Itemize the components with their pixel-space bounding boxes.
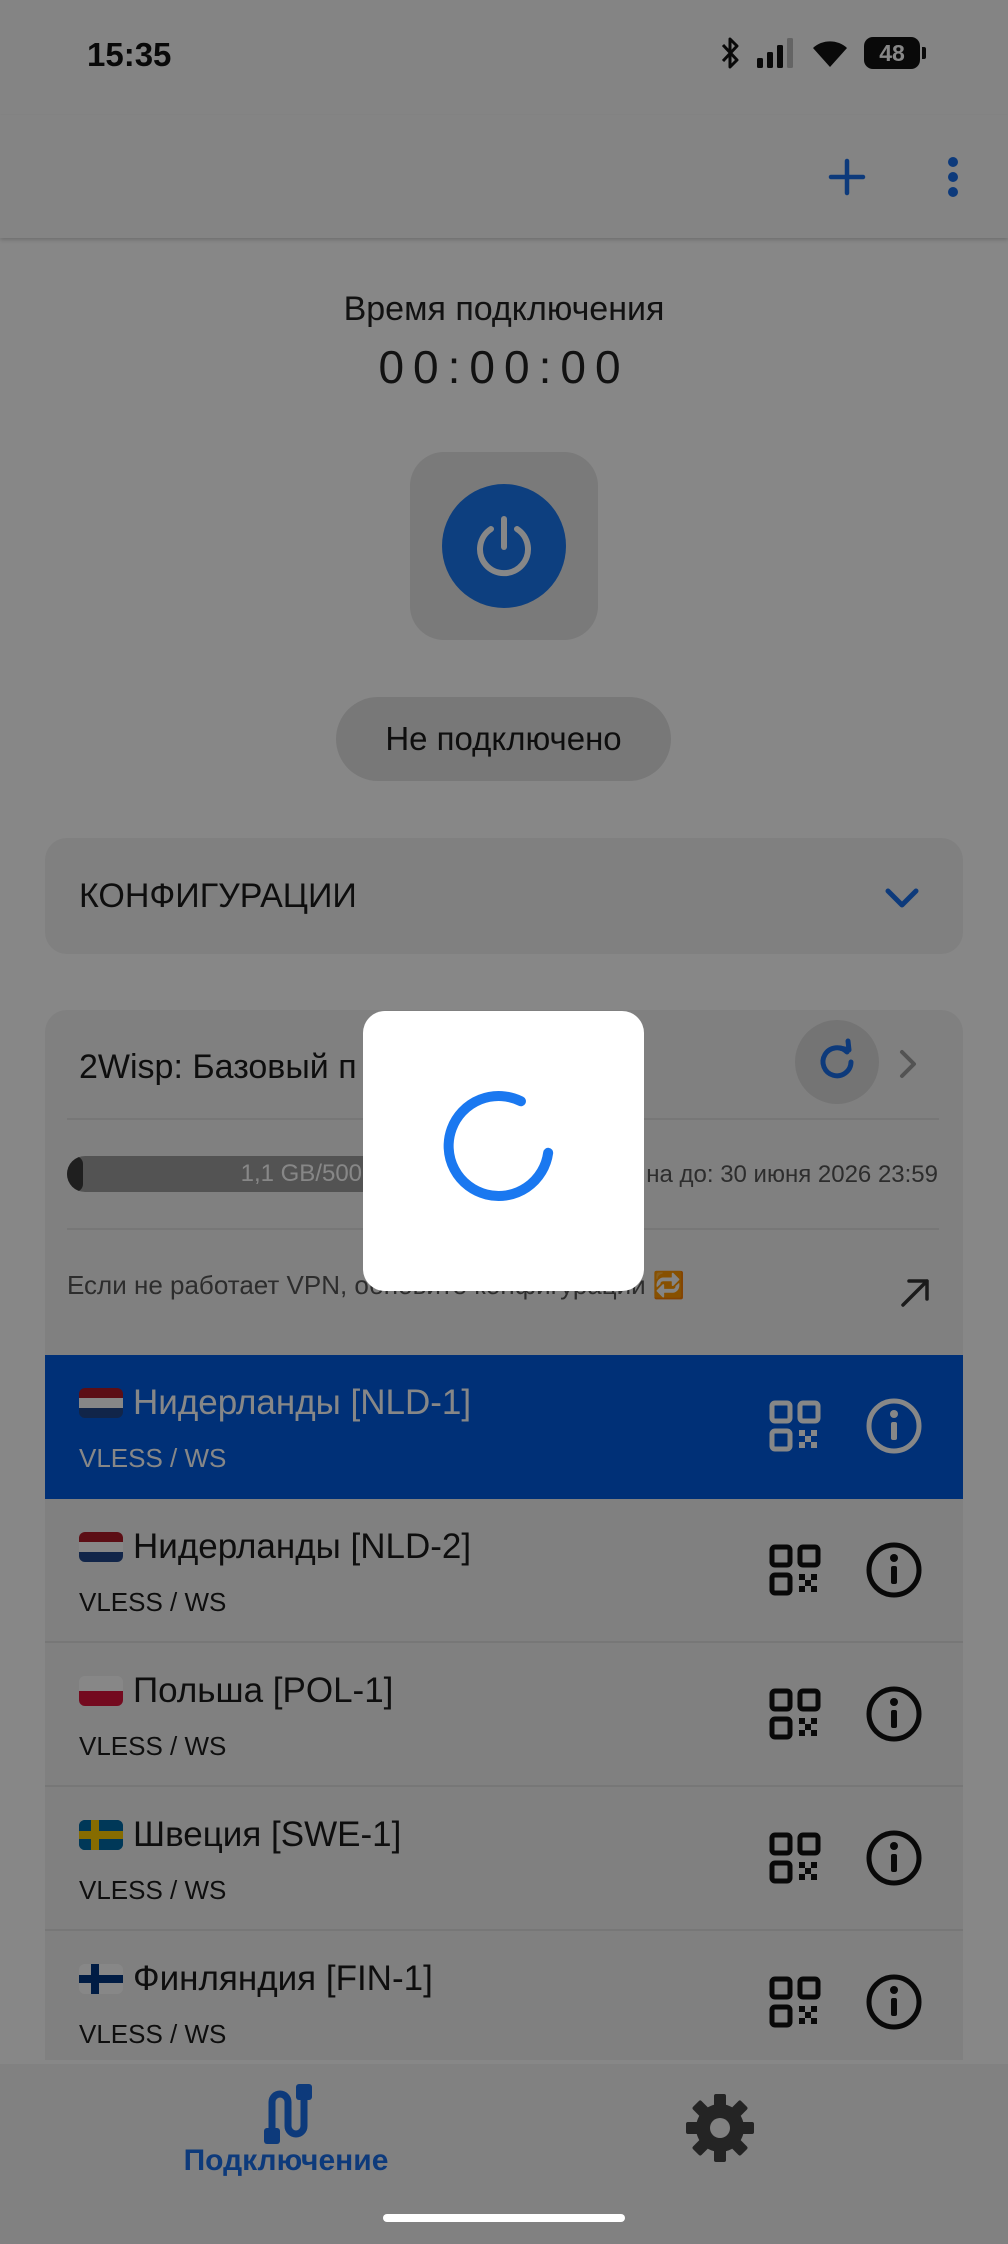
loading-spinner-icon [443, 1091, 553, 1201]
home-indicator [383, 2214, 625, 2222]
loading-dialog [363, 1011, 644, 1291]
